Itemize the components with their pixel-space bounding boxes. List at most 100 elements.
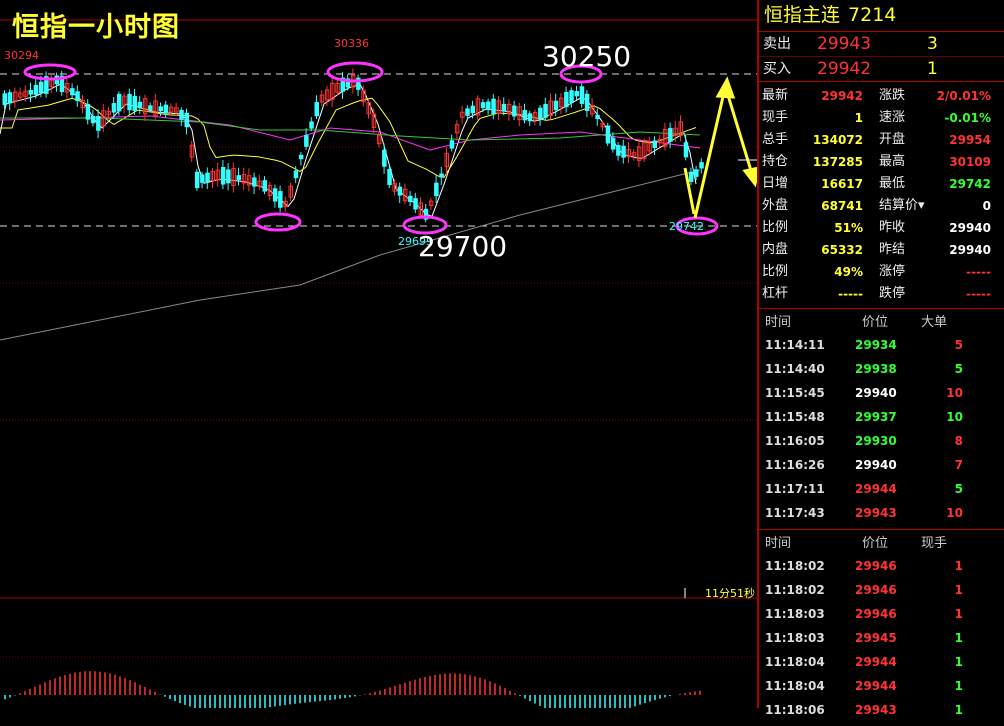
row-qty: 10 (946, 386, 963, 400)
big-order-table[interactable]: 时间 价位 大单 11:14:11 29934 5 11:14:40 29938 5 11:… (759, 309, 1004, 530)
table-row[interactable]: 11:18:06 29943 1 (759, 698, 1004, 722)
row-qty: 5 (954, 482, 963, 496)
tick-table[interactable]: 时间 价位 现手 11:18:02 29946 1 11:18:02 29946 1 11:… (759, 530, 1004, 726)
candle-body (158, 106, 163, 112)
candle-body (33, 84, 39, 96)
table-row[interactable]: 11:17:43 29943 10 (759, 501, 1004, 525)
table-row[interactable]: 11:18:04 29944 1 (759, 650, 1004, 674)
table-row[interactable]: 11:15:45 29940 10 (759, 381, 1004, 405)
candle-body (621, 145, 626, 158)
stat-value: 137285 (812, 155, 863, 169)
stat-label: 结算价▾ (879, 198, 925, 213)
stat-label: 比例 (762, 264, 789, 279)
candle-body (7, 92, 13, 104)
col-time: 时间 (765, 536, 792, 551)
candle-body (179, 109, 184, 120)
row-qty: 1 (954, 607, 963, 621)
stat-label: 昨结 (879, 242, 906, 257)
candle-body (75, 91, 80, 102)
up-arrow-line (693, 87, 727, 219)
row-time: 11:15:48 (765, 410, 825, 424)
candle-body (314, 102, 319, 117)
quote-row: 现手 1 速涨 -0.01% (759, 107, 1004, 129)
contract-name: 恒指主连 (764, 4, 841, 26)
row-time: 11:18:03 (765, 607, 825, 621)
table-row[interactable]: 11:18:03 29945 1 (759, 626, 1004, 650)
candle-body (522, 110, 527, 121)
candlestick-plot[interactable] (0, 0, 757, 708)
bid-row[interactable]: 买入 29942 1 (759, 57, 1004, 82)
quote-panel: 恒指主连 7214 卖出 29943 3 买入 29942 1 最新 29942 涨跌… (757, 0, 1004, 717)
stat-label: 日增 (762, 176, 789, 191)
low-price-label: 29742 (669, 220, 704, 233)
candle-body (137, 101, 143, 108)
stat-value: ----- (966, 265, 991, 279)
stat-label: 外盘 (762, 198, 789, 213)
row-time: 11:16:26 (765, 458, 825, 472)
table-row[interactable]: 11:18:02 29946 1 (759, 578, 1004, 602)
row-time: 11:15:45 (765, 386, 825, 400)
stat-value: 29942 (821, 89, 863, 103)
contract-header[interactable]: 恒指主连 7214 (759, 0, 1004, 32)
ask-row[interactable]: 卖出 29943 3 (759, 32, 1004, 57)
row-price: 29946 (855, 607, 897, 621)
down-arrow-line (725, 91, 754, 175)
candle-body (465, 108, 470, 116)
bar-countdown: 11分51秒 (705, 587, 755, 600)
stat-value: 30109 (949, 155, 991, 169)
stat-label: 涨停 (879, 264, 906, 279)
peak-marker (23, 63, 77, 81)
stat-label: 内盘 (762, 242, 789, 257)
table-row[interactable]: 11:18:03 29946 1 (759, 602, 1004, 626)
candle-body (413, 198, 418, 210)
candle-body (538, 107, 543, 120)
candle-body (304, 135, 309, 147)
stat-label: 涨跌 (879, 88, 906, 103)
stat-label: 昨收 (879, 220, 906, 235)
candle-body (387, 169, 392, 186)
candle-body (148, 105, 153, 110)
candle-body (127, 93, 132, 111)
row-price: 29938 (855, 362, 897, 376)
candle-body (90, 115, 96, 124)
candle-body (610, 137, 616, 150)
table-row[interactable]: 11:17:11 29944 5 (759, 477, 1004, 501)
peak-price-label: 30336 (334, 37, 369, 50)
up-arrow-head (715, 76, 736, 99)
stat-value: 134072 (812, 133, 863, 147)
row-qty: 5 (954, 338, 963, 352)
table-row[interactable]: 11:15:48 29937 10 (759, 405, 1004, 429)
stat-value: 1 (854, 111, 863, 125)
candle-body (699, 162, 704, 169)
stat-label: 跌停 (879, 286, 906, 301)
tick-header: 时间 价位 现手 (759, 534, 1004, 554)
table-row[interactable]: 11:14:11 29934 5 (759, 333, 1004, 357)
candle-body (194, 171, 200, 189)
row-price: 29937 (855, 410, 897, 424)
candle-body (579, 86, 585, 104)
table-row[interactable]: 11:18:04 29944 1 (759, 674, 1004, 698)
bid-label: 买入 (763, 61, 791, 77)
stat-value: 0 (982, 199, 991, 213)
table-row[interactable]: 11:16:26 29940 7 (759, 453, 1004, 477)
stat-value: 16617 (821, 177, 863, 191)
row-price: 29946 (855, 559, 897, 573)
candle-body (584, 93, 590, 112)
kline-chart[interactable]: 恒指一小时图 30294 30336 29699 29742 30250 297… (0, 0, 757, 708)
candle-body (616, 145, 621, 156)
table-row[interactable]: 11:14:40 29938 5 (759, 357, 1004, 381)
candle-body (408, 195, 413, 203)
stat-value: 29940 (949, 221, 991, 235)
candle-body (439, 173, 444, 178)
candle-body (501, 103, 507, 112)
row-qty: 1 (954, 679, 963, 693)
candle-body (382, 149, 387, 167)
ask-qty: 3 (927, 34, 938, 54)
row-qty: 5 (954, 362, 963, 376)
table-row[interactable]: 11:18:02 29946 1 (759, 554, 1004, 578)
row-price: 29944 (855, 655, 897, 669)
candle-body (262, 180, 267, 192)
row-qty: 7 (954, 458, 963, 472)
candle-body (569, 90, 574, 104)
table-row[interactable]: 11:16:05 29930 8 (759, 429, 1004, 453)
